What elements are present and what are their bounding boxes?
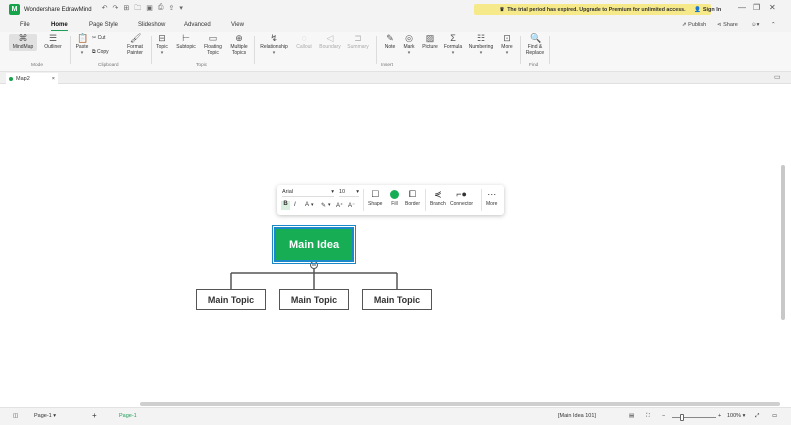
font-color-button[interactable]: A	[305, 202, 309, 208]
fit-page-icon[interactable]: ▤	[629, 413, 634, 419]
zoom-in-icon[interactable]: +	[718, 413, 721, 419]
border-label: Border	[405, 201, 421, 207]
highlight-button[interactable]: ✎	[321, 202, 326, 209]
zoom-out-icon[interactable]: −	[662, 413, 665, 419]
fit-screen-icon[interactable]: ⛶	[646, 413, 650, 420]
shape-label: Shape	[368, 201, 383, 207]
zoom-slider-thumb[interactable]	[680, 414, 684, 421]
zoom-value: 100%	[727, 413, 742, 419]
page-select-value: Page-1	[34, 413, 52, 419]
branch-label: Branch	[430, 201, 446, 207]
panel-toggle-icon[interactable]: ▭	[772, 413, 777, 419]
fill-label: Fill	[391, 201, 398, 207]
fullscreen-icon[interactable]: ⤢	[755, 413, 759, 420]
connector-button[interactable]: ⌐● Connector	[450, 188, 473, 207]
bold-button[interactable]: B	[281, 201, 290, 210]
chevron-down-icon: ▾	[331, 189, 334, 195]
main-topic-node-3[interactable]: Main Topic	[362, 289, 432, 310]
shape-icon: ☐	[371, 189, 380, 199]
floating-format-toolbar: Arial ▾ 10 ▾ B I A ▾ ✎ ▾ A⁺ A⁻ ☐ Shape Fill…	[277, 185, 504, 215]
zoom-level[interactable]: 100% ▾	[727, 413, 745, 419]
page-tab-1[interactable]: Page-1	[119, 413, 137, 419]
font-size-select[interactable]: 10 ▾	[339, 189, 359, 197]
grow-font-button[interactable]: A⁺	[336, 202, 343, 209]
connector-label: Connector	[450, 201, 474, 207]
branch-button[interactable]: ⋞ Branch	[430, 188, 446, 207]
toolbar-divider	[481, 189, 482, 211]
ellipsis-icon: ⋯	[487, 189, 497, 199]
page-select[interactable]: Page-1 ▾	[34, 413, 56, 419]
more-format-label: More	[486, 201, 498, 207]
zoom-slider-track[interactable]	[672, 417, 716, 418]
chevron-down-icon: ▾	[742, 413, 746, 419]
chevron-down-icon: ▾	[53, 413, 57, 419]
font-family-value: Arial	[282, 189, 294, 195]
collapse-branch-icon[interactable]	[310, 261, 318, 269]
horizontal-scrollbar[interactable]	[140, 402, 780, 406]
more-format-button[interactable]: ⋯ More	[486, 188, 497, 207]
font-size-value: 10	[339, 189, 346, 195]
highlight-dropdown-icon[interactable]: ▾	[328, 202, 331, 208]
page-layout-icon[interactable]: ◫	[13, 413, 18, 419]
main-topic-node-2[interactable]: Main Topic	[279, 289, 349, 310]
border-icon: ⧠	[408, 189, 417, 199]
fill-button[interactable]: Fill	[390, 188, 399, 207]
connector-icon: ⌐●	[456, 189, 467, 199]
shrink-font-button[interactable]: A⁻	[348, 202, 355, 209]
toolbar-divider	[363, 189, 364, 211]
border-button[interactable]: ⧠ Border	[405, 188, 420, 207]
main-topic-node-1[interactable]: Main Topic	[196, 289, 266, 310]
toolbar-divider	[425, 189, 426, 211]
font-color-dropdown-icon[interactable]: ▾	[311, 202, 314, 208]
main-idea-node[interactable]: Main Idea	[272, 225, 356, 264]
edrawmind-window: M Wondershare EdrawMind ↶ ↷ ⊞ 🗀 ▣ ⎙ ⇪ ▾ …	[0, 0, 791, 425]
fill-color-icon	[390, 188, 399, 201]
italic-button[interactable]: I	[294, 202, 296, 208]
chevron-down-icon: ▾	[356, 189, 359, 195]
vertical-scrollbar[interactable]	[781, 165, 785, 320]
selection-info: [Main Idea 101]	[558, 413, 596, 419]
add-page-icon[interactable]: +	[92, 411, 97, 420]
status-bar: ◫ Page-1 ▾ + Page-1 [Main Idea 101] ▤ ⛶ …	[0, 407, 791, 425]
font-family-select[interactable]: Arial ▾	[282, 189, 334, 197]
shape-button[interactable]: ☐ Shape	[368, 188, 382, 207]
branch-icon: ⋞	[434, 189, 442, 199]
